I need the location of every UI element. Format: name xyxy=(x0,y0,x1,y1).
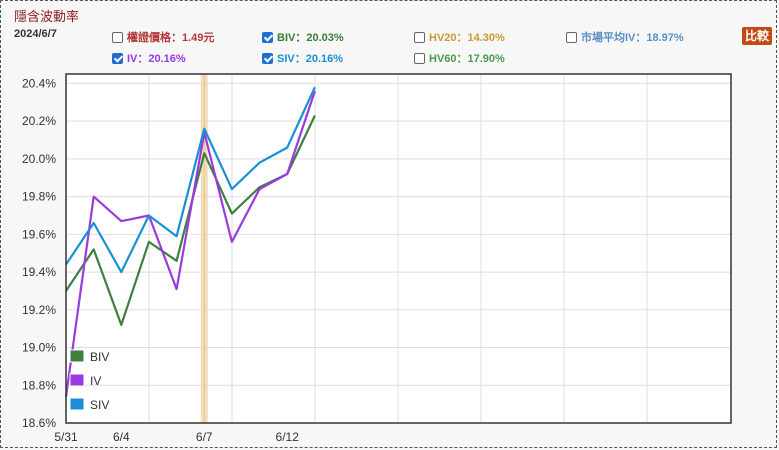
x-tick-label: 5/31 xyxy=(54,430,78,444)
x-tick-label: 6/4 xyxy=(113,430,130,444)
y-tick-label: 20.4% xyxy=(22,76,56,90)
legend-label-biv: BIV xyxy=(90,350,109,364)
y-tick-label: 20.0% xyxy=(22,152,56,166)
legend-label-iv: IV xyxy=(90,374,101,388)
legend-swatch-siv xyxy=(69,397,85,411)
y-tick-label: 18.8% xyxy=(22,378,56,392)
legend-label-siv: SIV xyxy=(90,398,109,412)
iv-line-chart: 18.6% 18.8% 19.0% 19.2% 19.4% 19.6% 19.8% 20.0%… xyxy=(22,73,732,444)
x-tick-label: 6/7 xyxy=(196,430,213,444)
x-tick-label: 6/12 xyxy=(276,430,300,444)
legend-swatch-iv xyxy=(69,373,85,387)
y-tick-label: 19.8% xyxy=(22,190,56,204)
y-tick-label: 19.2% xyxy=(22,303,56,317)
y-tick-label: 19.4% xyxy=(22,265,56,279)
y-tick-label: 19.0% xyxy=(22,341,56,355)
y-tick-label: 19.6% xyxy=(22,227,56,241)
legend-swatch-biv xyxy=(69,349,85,363)
y-tick-label: 18.6% xyxy=(22,416,56,430)
y-tick-label: 20.2% xyxy=(22,114,56,128)
